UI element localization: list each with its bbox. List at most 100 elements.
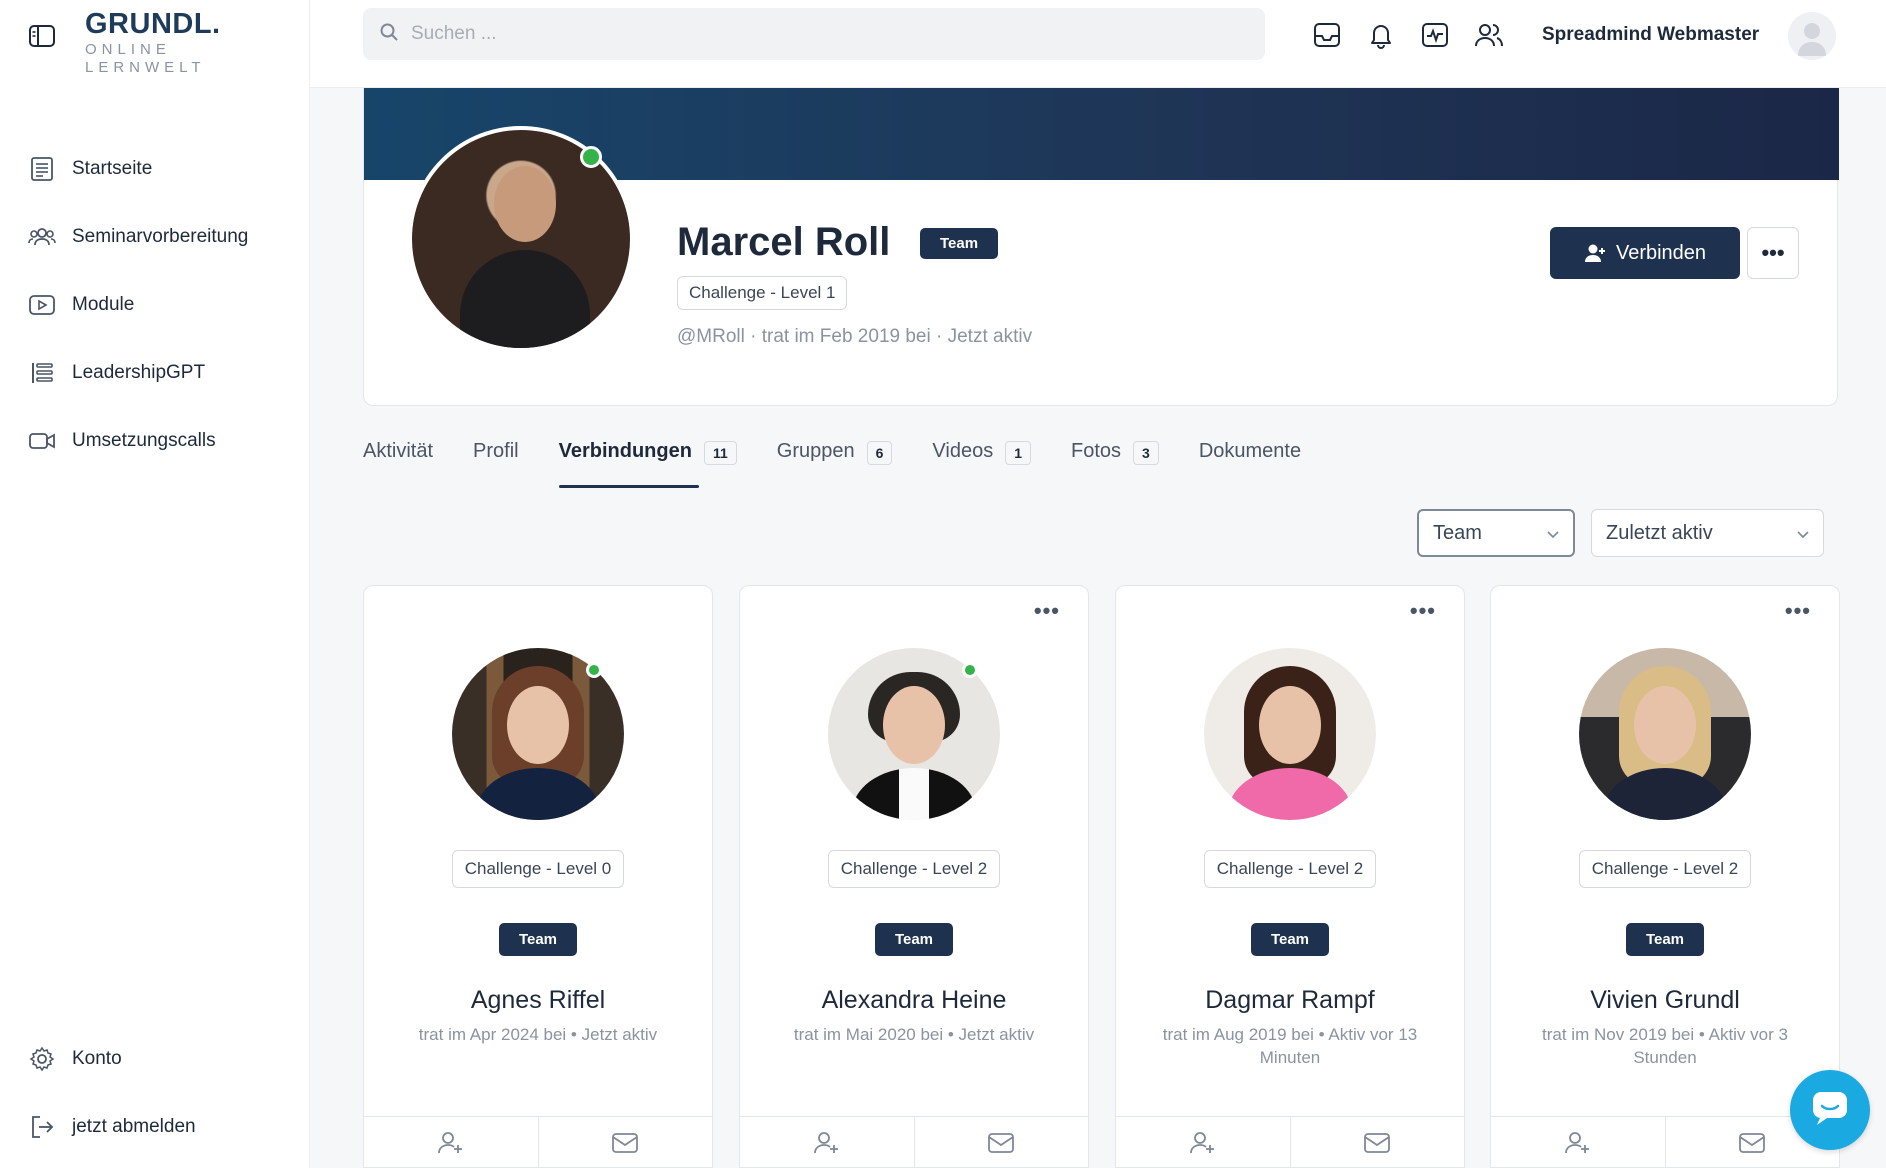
tab-fotos[interactable]: Fotos 3 — [1071, 440, 1159, 488]
sidebar-item-logout[interactable]: jetzt abmelden — [28, 1093, 196, 1161]
profile-team-badge: Team — [920, 228, 999, 259]
tab-label: Fotos — [1071, 440, 1122, 462]
member-name[interactable]: Dagmar Rampf — [1116, 986, 1464, 1015]
logout-icon — [28, 1113, 56, 1141]
member-name[interactable]: Alexandra Heine — [740, 986, 1088, 1015]
tab-videos[interactable]: Videos 1 — [932, 440, 1031, 488]
tab-label: Profil — [473, 440, 519, 462]
sidebar-item-label: Konto — [72, 1048, 122, 1069]
member-more-button[interactable]: ••• — [1410, 598, 1436, 624]
current-user-avatar[interactable] — [1788, 12, 1836, 60]
topbar: Spreadmind Webmaster — [310, 0, 1886, 88]
member-level-badge: Challenge - Level 2 — [1203, 850, 1377, 888]
tab-dokumente[interactable]: Dokumente — [1199, 440, 1301, 488]
mail-icon[interactable] — [537, 1117, 713, 1168]
tab-count: 11 — [703, 441, 737, 465]
sidebar-nav: Startseite Seminarvorbereitung Module Le… — [28, 135, 248, 475]
member-card: ••• Challenge - Level 2 Team Alexandra H… — [739, 585, 1089, 1168]
tab-label: Videos — [932, 440, 994, 462]
members-icon[interactable] — [1472, 18, 1506, 52]
tab-label: Gruppen — [776, 440, 855, 462]
profile-more-button[interactable]: ••• — [1747, 227, 1799, 279]
sidebar-item-label: LeadershipGPT — [72, 362, 206, 383]
sidebar-item-label: jetzt abmelden — [72, 1116, 196, 1137]
member-team-badge: Team — [1250, 923, 1330, 956]
sidebar-bottom-nav: Konto jetzt abmelden — [28, 1025, 196, 1161]
member-actions — [1116, 1116, 1464, 1168]
activity-icon[interactable] — [1418, 18, 1452, 52]
member-actions — [364, 1116, 712, 1168]
tab-count: 3 — [1133, 441, 1159, 465]
list-icon — [28, 359, 56, 387]
tab-profil[interactable]: Profil — [473, 440, 519, 488]
member-card: ••• Challenge - Level 2 Team Vivien Grun… — [1490, 585, 1840, 1168]
add-user-icon[interactable] — [1116, 1117, 1290, 1168]
sidebar-item-module[interactable]: Module — [28, 271, 248, 339]
sort-order-select[interactable]: Zuletzt aktiv — [1591, 509, 1824, 557]
online-status-indicator — [580, 146, 602, 168]
profile-tabs: Aktivität Profil Verbindungen 11 Gruppen 6… — [363, 440, 1341, 488]
online-status-indicator — [586, 662, 602, 678]
member-meta: trat im Apr 2024 bei • Jetzt aktiv — [418, 1025, 658, 1044]
connect-button-label: Verbinden — [1615, 241, 1707, 264]
tab-label: Verbindungen — [558, 440, 692, 462]
chat-icon — [1810, 1089, 1850, 1132]
search-box[interactable] — [363, 8, 1265, 60]
sidebar: GRUNDL. ONLINE LERNWELT Startseite Semin… — [0, 0, 310, 1168]
member-card: Challenge - Level 0 Team Agnes Riffel tr… — [363, 585, 713, 1168]
brand-logo[interactable]: GRUNDL. ONLINE LERNWELT — [85, 8, 221, 77]
search-icon — [379, 22, 399, 47]
member-avatar[interactable] — [1204, 648, 1376, 820]
add-user-icon[interactable] — [1491, 1117, 1665, 1168]
connect-button[interactable]: Verbinden — [1550, 227, 1740, 279]
video-camera-icon — [28, 427, 56, 455]
online-status-indicator — [962, 662, 978, 678]
member-actions — [1491, 1116, 1839, 1168]
sidebar-item-label: Module — [72, 294, 135, 315]
tab-verbindungen[interactable]: Verbindungen 11 — [558, 440, 737, 488]
tab-count: 6 — [866, 441, 893, 465]
sidebar-item-konto[interactable]: Konto — [28, 1025, 196, 1093]
member-avatar[interactable] — [1579, 648, 1751, 820]
member-team-badge: Team — [1625, 923, 1705, 956]
member-type-select[interactable]: Team — [1417, 509, 1575, 557]
sidebar-item-umsetzungscalls[interactable]: Umsetzungscalls — [28, 407, 248, 475]
current-user-name[interactable]: Spreadmind Webmaster — [1542, 24, 1759, 46]
bell-icon[interactable] — [1364, 18, 1398, 52]
topbar-icons — [1310, 18, 1526, 52]
tab-gruppen[interactable]: Gruppen 6 — [777, 440, 893, 488]
sidebar-toggle-icon[interactable] — [28, 22, 56, 50]
sort-order-value: Zuletzt aktiv — [1606, 521, 1713, 544]
member-team-badge: Team — [874, 923, 954, 956]
add-user-icon[interactable] — [364, 1117, 538, 1168]
chat-widget-button[interactable] — [1790, 1070, 1870, 1150]
member-more-button[interactable]: ••• — [1785, 598, 1811, 624]
sidebar-item-startseite[interactable]: Startseite — [28, 135, 248, 203]
add-user-icon[interactable] — [740, 1117, 914, 1168]
chevron-down-icon — [1797, 522, 1809, 545]
member-card: ••• Challenge - Level 2 Team Dagmar Ramp… — [1115, 585, 1465, 1168]
newspaper-icon — [28, 155, 56, 183]
member-more-button[interactable]: ••• — [1034, 598, 1060, 624]
member-level-badge: Challenge - Level 2 — [827, 850, 1001, 888]
tab-aktivitaet[interactable]: Aktivität — [363, 440, 433, 488]
sidebar-item-seminarvorbereitung[interactable]: Seminarvorbereitung — [28, 203, 248, 271]
member-actions — [740, 1116, 1088, 1168]
inbox-icon[interactable] — [1310, 18, 1344, 52]
chevron-down-icon — [1547, 522, 1559, 545]
member-type-value: Team — [1433, 521, 1482, 544]
sidebar-item-label: Startseite — [72, 158, 153, 179]
member-meta: trat im Aug 2019 bei • Aktiv vor 13 Minu… — [1162, 1025, 1418, 1067]
member-name[interactable]: Vivien Grundl — [1491, 986, 1839, 1015]
member-level-badge: Challenge - Level 0 — [451, 850, 625, 888]
member-name[interactable]: Agnes Riffel — [364, 986, 712, 1015]
profile-name: Marcel Roll — [677, 220, 891, 264]
mail-icon[interactable] — [1289, 1117, 1465, 1168]
add-user-icon — [1584, 243, 1606, 263]
gear-icon — [28, 1045, 56, 1073]
mail-icon[interactable] — [913, 1117, 1089, 1168]
sidebar-item-label: Umsetzungscalls — [72, 430, 216, 451]
member-team-badge: Team — [498, 923, 578, 956]
search-input[interactable] — [411, 23, 1231, 45]
sidebar-item-leadershipgpt[interactable]: LeadershipGPT — [28, 339, 248, 407]
